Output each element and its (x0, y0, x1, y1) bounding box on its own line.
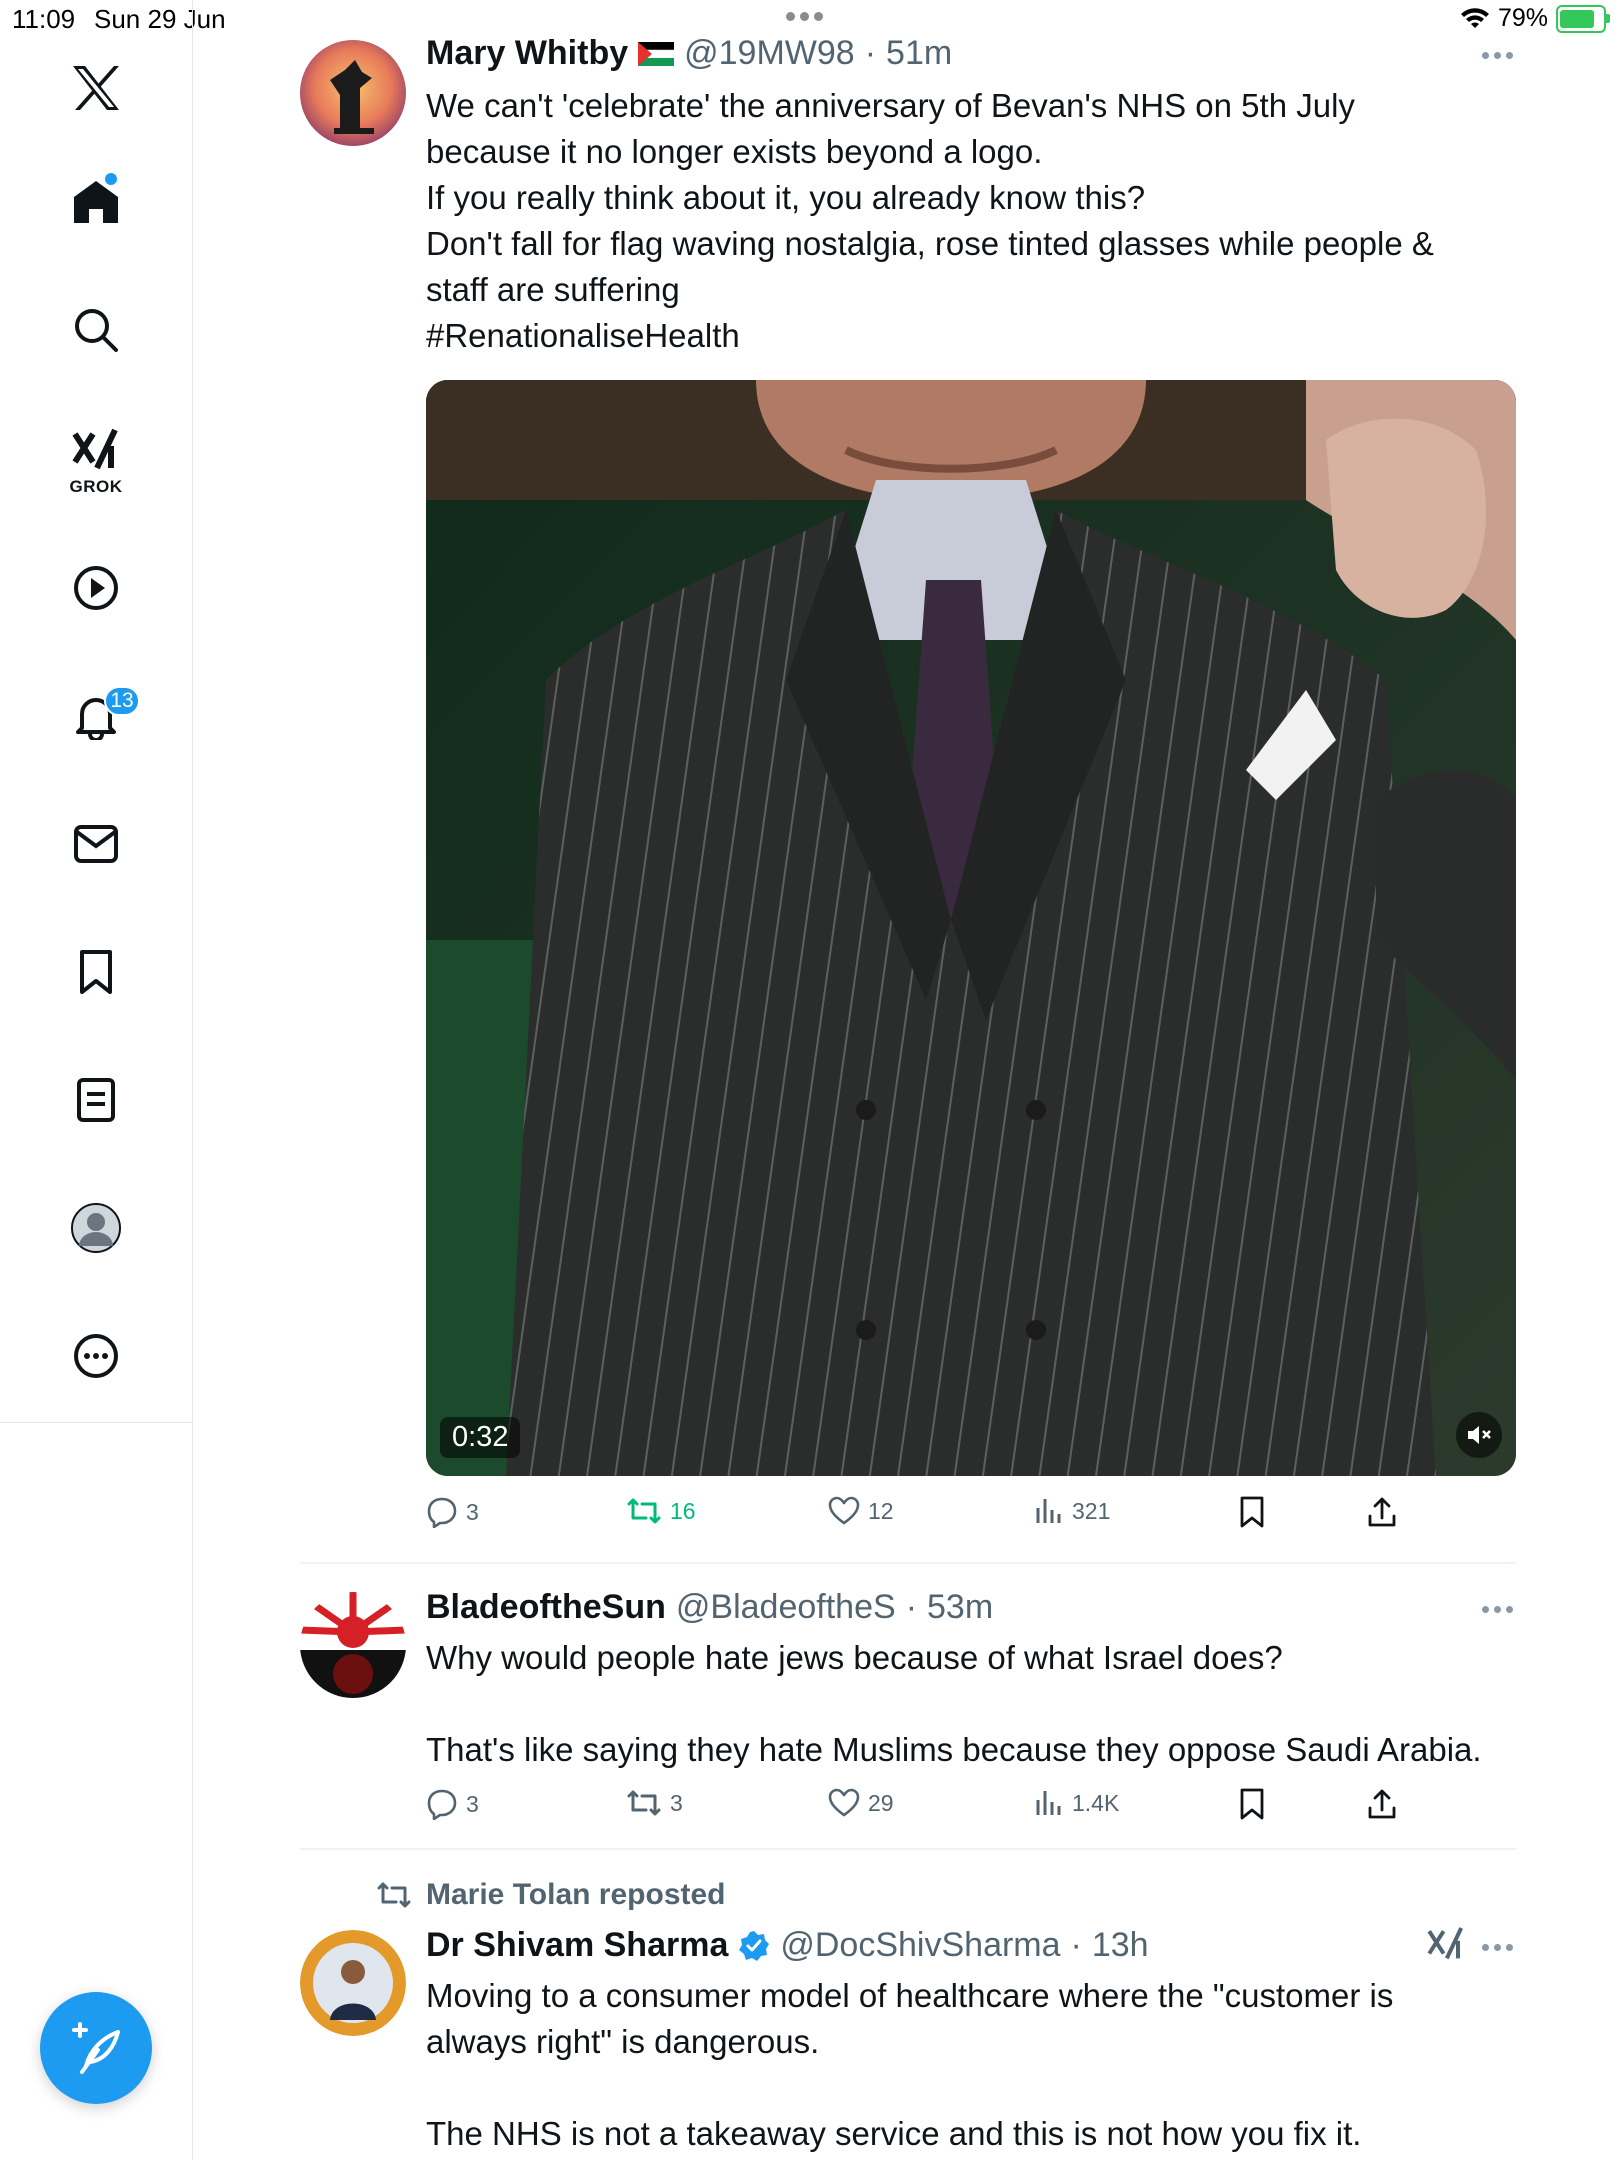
status-right: 79% (1460, 4, 1610, 33)
battery-percent: 79% (1497, 4, 1548, 32)
bookmarks-icon[interactable] (66, 942, 126, 1002)
author-handle[interactable]: @DocShivSharma (780, 1926, 1060, 1965)
share-button[interactable] (1366, 1496, 1398, 1528)
like-button[interactable]: 29 (828, 1788, 894, 1818)
repost-context: Marie Tolan reposted (376, 1878, 726, 1912)
reposted-by[interactable]: Marie Tolan reposted (426, 1878, 726, 1912)
post-time[interactable]: 53m (927, 1588, 993, 1627)
avatar[interactable] (300, 1930, 406, 2036)
lists-icon[interactable] (66, 1070, 126, 1130)
home-unread-dot (105, 173, 117, 185)
repost-button[interactable]: 3 (626, 1788, 683, 1818)
author-handle[interactable]: @BladeoftheS (676, 1588, 896, 1627)
verified-badge-icon (739, 1930, 770, 1961)
post-divider (300, 1848, 1516, 1850)
like-count: 29 (868, 1789, 894, 1816)
grok-explain-icon[interactable] (1426, 1926, 1466, 1966)
tweet-header: Mary Whitby @19MW98 · 51m (426, 34, 952, 73)
compose-feather-icon (72, 2022, 120, 2074)
speaker-muted-icon (1468, 1426, 1491, 1444)
post-time[interactable]: 13h (1092, 1926, 1149, 1965)
avatar[interactable] (300, 1592, 406, 1698)
home-icon[interactable] (66, 172, 126, 232)
multitasking-dots-icon[interactable] (786, 8, 834, 24)
tweet-header: BladeoftheSun @BladeoftheS · 53m (426, 1588, 993, 1627)
post-text: We can't 'celebrate' the anniversary of … (426, 87, 1434, 354)
notifications-badge: 13 (104, 686, 140, 716)
separator-dot: · (1070, 1926, 1082, 1964)
post-text: Why would people hate jews because of wh… (426, 1639, 1482, 1768)
mute-button[interactable] (1456, 1412, 1502, 1458)
views-button[interactable]: 1.4K (1034, 1788, 1119, 1818)
author-name[interactable]: Mary Whitby (426, 34, 628, 73)
like-button[interactable]: 12 (828, 1496, 894, 1526)
heart-icon (828, 1788, 860, 1817)
view-count: 321 (1072, 1497, 1111, 1524)
reply-count: 3 (466, 1790, 479, 1817)
more-icon[interactable] (66, 1326, 126, 1386)
post-text: Moving to a consumer model of healthcare… (426, 1977, 1394, 2152)
more-options-icon[interactable] (1482, 1944, 1516, 1954)
separator-dot: · (905, 1588, 918, 1626)
bookmark-button[interactable] (1238, 1788, 1266, 1820)
x-logo-icon[interactable] (66, 58, 126, 118)
tweet-header: Dr Shivam Sharma @DocShivSharma · 13h (426, 1926, 1149, 1965)
sidebar-divider (192, 1422, 193, 2160)
reply-button[interactable]: 3 (426, 1496, 479, 1528)
views-chart-icon (1036, 1791, 1061, 1815)
grok-label: GROK (69, 477, 123, 496)
compose-post-button[interactable] (40, 1992, 152, 2104)
video-duration: 0:32 (440, 1417, 521, 1458)
author-name[interactable]: BladeoftheSun (426, 1588, 666, 1627)
views-button[interactable]: 321 (1034, 1496, 1110, 1526)
video-frame-image (426, 380, 1516, 1476)
avatar[interactable] (300, 40, 406, 146)
view-count: 1.4K (1072, 1789, 1120, 1816)
post-time[interactable]: 51m (886, 34, 952, 73)
battery-icon (1556, 4, 1610, 33)
post-video[interactable]: 0:32 (426, 380, 1516, 1476)
messages-icon[interactable] (66, 814, 126, 874)
heart-icon (828, 1496, 860, 1525)
reply-icon (427, 1497, 457, 1528)
reply-button[interactable]: 3 (426, 1788, 479, 1820)
repost-icon (627, 1790, 661, 1816)
profile-icon[interactable] (66, 1198, 126, 1258)
like-count: 12 (868, 1497, 894, 1524)
bookmark-icon (1240, 1788, 1264, 1820)
reply-count: 3 (466, 1498, 479, 1525)
bookmark-icon (1240, 1496, 1264, 1528)
share-icon (1368, 1497, 1396, 1527)
more-options-icon[interactable] (1482, 1606, 1516, 1616)
author-name[interactable]: Dr Shivam Sharma (426, 1926, 728, 1965)
sidebar: GROK 13 (0, 0, 193, 1423)
repost-count: 3 (670, 1789, 683, 1816)
share-icon (1368, 1789, 1396, 1819)
wifi-icon (1460, 7, 1489, 28)
more-options-icon[interactable] (1482, 52, 1516, 62)
author-handle[interactable]: @19MW98 (684, 34, 855, 73)
search-icon[interactable] (66, 300, 126, 360)
repost-icon (627, 1498, 661, 1524)
palestine-flag-icon (638, 41, 675, 66)
separator-dot: · (864, 34, 877, 72)
post-actions: 3 16 12 321 (426, 1496, 1426, 1536)
repost-icon (377, 1882, 411, 1908)
views-chart-icon (1036, 1499, 1061, 1523)
repost-button[interactable]: 16 (626, 1496, 696, 1526)
share-button[interactable] (1366, 1788, 1398, 1820)
grok-icon[interactable] (66, 420, 126, 480)
video-icon[interactable] (66, 558, 126, 618)
reply-icon (427, 1789, 457, 1820)
post-divider (300, 1562, 1516, 1564)
repost-count: 16 (670, 1497, 696, 1524)
post-actions: 3 3 29 1.4K (426, 1788, 1426, 1828)
bookmark-button[interactable] (1238, 1496, 1266, 1528)
